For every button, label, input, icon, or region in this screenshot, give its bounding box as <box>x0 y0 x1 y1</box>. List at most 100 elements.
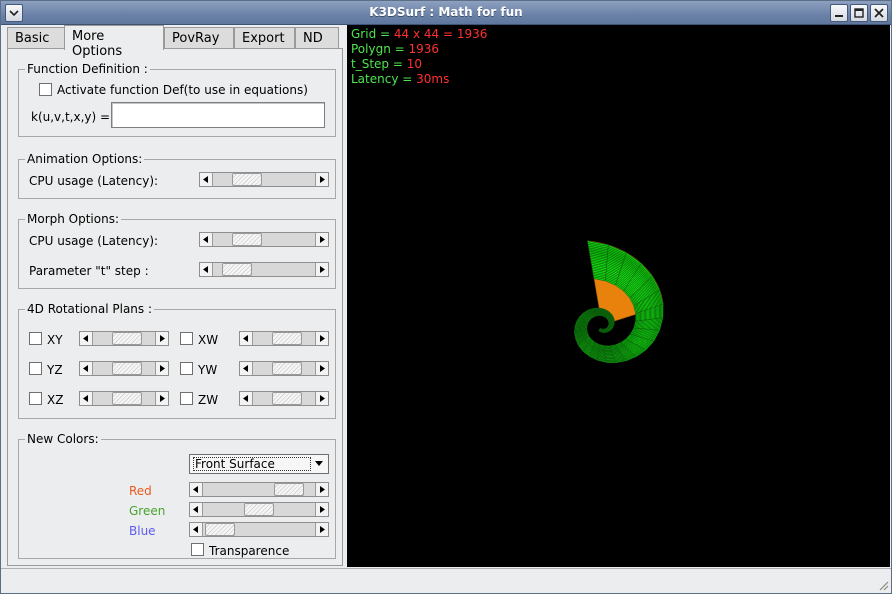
tab-more-options[interactable]: More Options <box>64 25 164 59</box>
green-label: Green <box>129 504 166 518</box>
slider-left-button[interactable] <box>190 483 203 496</box>
arrow-left-icon <box>193 486 198 493</box>
arrow-right-icon <box>160 395 165 402</box>
plane-yw-slider[interactable] <box>239 361 329 376</box>
arrow-left-icon <box>243 395 248 402</box>
blue-slider[interactable] <box>189 522 329 537</box>
arrow-left-icon <box>243 365 248 372</box>
slider-thumb[interactable] <box>112 392 142 405</box>
tab-nd[interactable]: ND <box>295 27 339 49</box>
plane-yz-slider[interactable] <box>79 361 169 376</box>
slider-thumb[interactable] <box>272 392 302 405</box>
animation-options-group: Animation Options: CPU usage (Latency): <box>18 152 336 199</box>
plane-xz-slider[interactable] <box>79 391 169 406</box>
slider-right-button[interactable] <box>315 503 328 516</box>
plane-yz-checkbox[interactable] <box>29 362 42 375</box>
arrow-left-icon <box>243 335 248 342</box>
tab-povray[interactable]: PovRay <box>164 27 234 49</box>
blue-label: Blue <box>129 524 156 538</box>
slider-thumb[interactable] <box>244 503 274 516</box>
plane-xy-slider[interactable] <box>79 331 169 346</box>
slider-right-button[interactable] <box>155 362 168 375</box>
tab-basic[interactable]: Basic <box>7 27 65 49</box>
slider-left-button[interactable] <box>240 362 253 375</box>
plane-yz-label: YZ <box>47 363 63 377</box>
slider-right-button[interactable] <box>315 483 328 496</box>
render-stats: Grid = 44 x 44 = 1936 Polygn = 1936 t_St… <box>351 27 487 87</box>
title-bar[interactable]: K3DSurf : Math for fun <box>1 1 891 25</box>
slider-right-button[interactable] <box>155 392 168 405</box>
maximize-button[interactable] <box>850 4 868 22</box>
arrow-left-icon <box>193 506 198 513</box>
slider-thumb[interactable] <box>272 332 302 345</box>
plane-xy-checkbox[interactable] <box>29 332 42 345</box>
morph-tstep-slider[interactable] <box>199 262 329 277</box>
resize-grip-icon[interactable] <box>877 579 889 591</box>
plane-xz-checkbox[interactable] <box>29 392 42 405</box>
morph-cpu-slider[interactable] <box>199 232 329 247</box>
slider-left-button[interactable] <box>240 392 253 405</box>
slider-thumb[interactable] <box>112 362 142 375</box>
transparence-checkbox[interactable] <box>191 543 204 556</box>
dropdown-button[interactable] <box>312 457 326 471</box>
slider-right-button[interactable] <box>315 263 328 276</box>
slider-left-button[interactable] <box>80 362 93 375</box>
animation-cpu-label: CPU usage (Latency): <box>29 174 159 188</box>
surface-select[interactable]: Front Surface <box>189 454 329 474</box>
slider-right-button[interactable] <box>315 332 328 345</box>
slider-right-button[interactable] <box>315 523 328 536</box>
arrow-right-icon <box>320 526 325 533</box>
slider-thumb[interactable] <box>222 263 252 276</box>
options-panel: Basic More Options PovRay Export ND Func… <box>3 25 346 567</box>
chevron-down-icon <box>315 461 323 466</box>
arrow-left-icon <box>83 395 88 402</box>
minimize-button[interactable] <box>830 4 848 22</box>
slider-right-button[interactable] <box>315 362 328 375</box>
slider-thumb[interactable] <box>112 332 142 345</box>
slider-left-button[interactable] <box>190 523 203 536</box>
close-button[interactable] <box>870 4 888 22</box>
tab-export[interactable]: Export <box>234 27 295 49</box>
slider-left-button[interactable] <box>200 263 213 276</box>
slider-thumb[interactable] <box>232 233 262 246</box>
slider-left-button[interactable] <box>240 332 253 345</box>
arrow-right-icon <box>320 335 325 342</box>
plane-xw-slider[interactable] <box>239 331 329 346</box>
green-slider[interactable] <box>189 502 329 517</box>
plane-xz-label: XZ <box>47 393 64 407</box>
window-title: K3DSurf : Math for fun <box>369 5 523 19</box>
slider-left-button[interactable] <box>190 503 203 516</box>
morph-cpu-label: CPU usage (Latency): <box>29 234 159 248</box>
3d-viewport[interactable]: Grid = 44 x 44 = 1936 Polygn = 1936 t_St… <box>347 25 890 567</box>
red-slider[interactable] <box>189 482 329 497</box>
morph-options-group: Morph Options: CPU usage (Latency): Para… <box>18 212 336 289</box>
slider-right-button[interactable] <box>315 173 328 186</box>
slider-right-button[interactable] <box>155 332 168 345</box>
arrow-left-icon <box>203 236 208 243</box>
slider-right-button[interactable] <box>315 233 328 246</box>
stat-grid: Grid = 44 x 44 = 1936 <box>351 27 488 41</box>
arrow-right-icon <box>320 486 325 493</box>
arrow-left-icon <box>83 335 88 342</box>
plane-zw-checkbox[interactable] <box>180 392 193 405</box>
slider-thumb[interactable] <box>232 173 262 186</box>
animation-cpu-slider[interactable] <box>199 172 329 187</box>
plane-xw-label: XW <box>198 333 219 347</box>
slider-right-button[interactable] <box>315 392 328 405</box>
arrow-left-icon <box>203 266 208 273</box>
plane-xw-checkbox[interactable] <box>180 332 193 345</box>
slider-left-button[interactable] <box>200 173 213 186</box>
slider-thumb[interactable] <box>272 362 302 375</box>
slider-left-button[interactable] <box>80 392 93 405</box>
plane-zw-slider[interactable] <box>239 391 329 406</box>
surface-select-value: Front Surface <box>195 457 275 471</box>
slider-left-button[interactable] <box>80 332 93 345</box>
slider-thumb[interactable] <box>274 483 304 496</box>
plane-yw-checkbox[interactable] <box>180 362 193 375</box>
k-function-input[interactable] <box>111 102 325 128</box>
slider-thumb[interactable] <box>205 523 235 536</box>
activate-function-checkbox[interactable] <box>39 83 52 96</box>
arrow-right-icon <box>320 236 325 243</box>
slider-left-button[interactable] <box>200 233 213 246</box>
transparence-label: Transparence <box>209 544 290 558</box>
